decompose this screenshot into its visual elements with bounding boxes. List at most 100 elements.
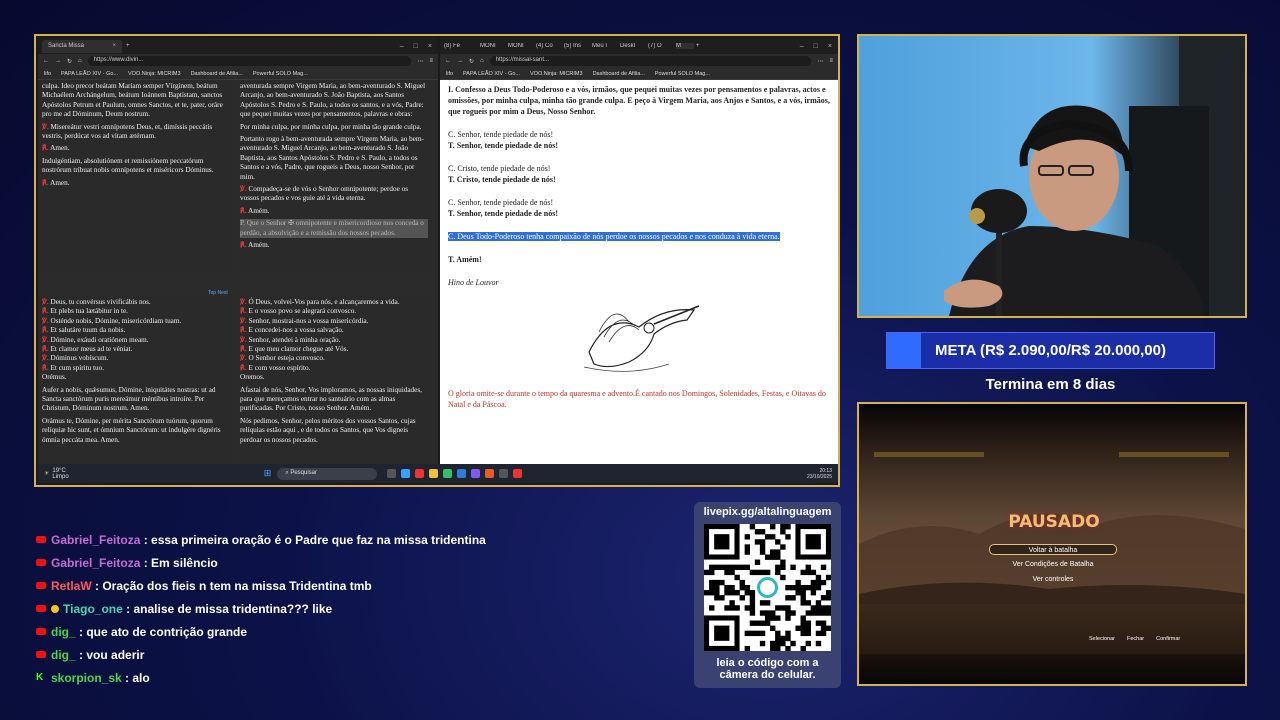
youtube-icon — [36, 628, 46, 635]
latin-text: culpa. Ideo precor beátam Maríam semper … — [42, 82, 223, 119]
folder-icon[interactable] — [429, 469, 439, 478]
chat-username: RetlaW — [51, 578, 92, 593]
search-icon: ⌕ — [285, 469, 289, 476]
browser-tab[interactable]: DeskI — [620, 43, 646, 49]
selected-text[interactable]: C. Deus Todo-Poderoso tenha compaixão de… — [448, 232, 780, 241]
latin-text: Amen. — [50, 178, 70, 187]
whatsapp-icon[interactable] — [443, 469, 453, 478]
right-url-field[interactable]: https://missal-sant... — [489, 56, 812, 66]
pt-text: Amém. — [248, 241, 270, 250]
chat-text: : que ato de contrição grande — [79, 624, 248, 639]
home-icon[interactable]: ⌂ — [78, 58, 82, 64]
app-icon[interactable] — [513, 469, 523, 478]
taskbar-search[interactable]: ⌕ Pesquisar — [277, 467, 378, 480]
portuguese-pane-top: aventurada sempre Virgem Maria, ao bem-a… — [236, 80, 432, 272]
menu-battle-conditions[interactable]: Ver Condições de Batalha — [989, 559, 1117, 570]
bookmark-item[interactable]: Powerful SOLO Mag... — [655, 71, 710, 77]
browser-tab[interactable]: MONI — [480, 43, 506, 49]
browser-tab[interactable]: (8) Fe — [444, 43, 478, 49]
pt-text: E com vosso espírito. — [248, 363, 311, 372]
clock-date: 23/10/2025 — [806, 473, 832, 480]
close-window-icon[interactable]: × — [428, 43, 432, 50]
youtube-icon — [36, 605, 46, 612]
app-icon[interactable] — [471, 469, 481, 478]
bookmark-item[interactable]: Dashboard de Afilia... — [191, 71, 243, 77]
pt-text: Portanto rogo à bem-aventurada sempre Vi… — [240, 135, 424, 181]
maximize-icon[interactable]: □ — [814, 43, 818, 50]
minimize-icon[interactable]: – — [800, 43, 804, 50]
rubric-marker: ℟. — [42, 178, 49, 187]
chat-text: : analise de missa tridentina??? like — [126, 601, 333, 616]
app-icon[interactable] — [499, 469, 509, 478]
reload-icon[interactable]: ↻ — [469, 58, 474, 65]
left-tab-sancta-missa[interactable]: Sancta Missa × — [42, 39, 122, 53]
chat-message: Kskorpion_sk : alo — [36, 666, 676, 689]
chat-text: : Em silêncio — [143, 555, 218, 570]
forward-icon[interactable]: → — [457, 58, 463, 64]
latin-text: Indulgéntiam, absolutiónem et remissióne… — [42, 156, 214, 175]
close-window-icon[interactable]: × — [828, 43, 832, 50]
bookmark-item[interactable]: PAPA LEÃO XIV - Go... — [463, 71, 520, 77]
bookmark-item[interactable]: VOO.Ninja: MICRIM3 — [128, 71, 181, 77]
menu-icon[interactable]: ≡ — [429, 58, 433, 64]
browser-tab-active[interactable]: M — [676, 43, 694, 49]
latin-text: Orémus. — [42, 373, 67, 382]
browser-tab[interactable]: (5) Ins — [564, 43, 590, 49]
left-url-field[interactable]: https://www.divin... — [87, 56, 412, 66]
back-icon[interactable]: ← — [445, 58, 451, 64]
latin-text: Et cum spíritu tuo. — [50, 363, 105, 372]
chat-text: : essa primeira oração é o Padre que faz… — [143, 532, 486, 547]
bookmark-item[interactable]: lifo — [44, 71, 51, 77]
home-icon[interactable]: ⌂ — [480, 58, 484, 64]
right-bookmarks-bar: lifo PAPA LEÃO XIV - Go... VOO.Ninja: MI… — [440, 68, 838, 80]
rubric-marker: ℣. — [42, 122, 49, 131]
browser-tab[interactable]: Meu I — [592, 43, 618, 49]
donation-goal: META (R$ 2.090,00/R$ 20.000,00) — [886, 332, 1215, 369]
minimize-icon[interactable]: – — [400, 43, 404, 50]
bookmark-item[interactable]: Dashboard de Afilia... — [593, 71, 645, 77]
bookmark-item[interactable]: VOO.Ninja: MICRIM3 — [530, 71, 583, 77]
forward-icon[interactable]: → — [55, 58, 61, 64]
browser-tab[interactable]: MONI — [508, 43, 534, 49]
maximize-icon[interactable]: □ — [414, 43, 418, 50]
app-icon[interactable] — [401, 469, 411, 478]
chat-message: dig_ : vou aderir — [36, 643, 676, 666]
bookmark-item[interactable]: Powerful SOLO Mag... — [253, 71, 308, 77]
taskbar-apps — [387, 469, 523, 478]
bookmark-item[interactable]: lifo — [446, 71, 453, 77]
app-icon[interactable] — [387, 469, 397, 478]
menu-controls[interactable]: Ver controles — [989, 574, 1117, 585]
app-icon[interactable] — [485, 469, 495, 478]
screen-capture: Sancta Missa × + – □ × ← → ↻ ⌂ https://www.div… — [34, 34, 840, 487]
footer-select: Selecionar — [1089, 636, 1115, 642]
reload-icon[interactable]: ↻ — [67, 58, 72, 65]
start-icon[interactable]: ⊞ — [264, 468, 272, 479]
new-tab-icon[interactable]: + — [126, 43, 130, 49]
app-icon[interactable] — [457, 469, 467, 478]
kick-icon: K — [36, 671, 44, 683]
goal-remaining: Termina em 8 dias — [985, 376, 1116, 393]
kyrie-celebrant: C. Cristo, tende piedade de nós! — [448, 164, 551, 173]
back-icon[interactable]: ← — [43, 58, 49, 64]
pt-text: Senhor, mostrai-nos a vossa misericórdia… — [248, 316, 369, 325]
browser-tab[interactable]: (4) Co — [536, 43, 562, 49]
qr-caption: leia o código com a câmera do celular. — [694, 657, 841, 681]
browser-tab[interactable]: (7) O — [648, 43, 674, 49]
right-address-bar: ← → ↻ ⌂ https://missal-sant... ⋯ ≡ — [440, 54, 838, 68]
close-icon[interactable]: × — [112, 43, 116, 49]
taskbar-clock[interactable]: 20:13 23/10/2025 — [807, 468, 832, 480]
weather-icon[interactable]: ☀ — [44, 470, 49, 477]
pt-text: E que meu clamor chegue até Vós. — [248, 345, 349, 354]
extensions-icon[interactable]: ⋯ — [417, 58, 423, 65]
menu-resume-battle[interactable]: Voltar à batalha — [989, 544, 1117, 555]
tab-title: Sancta Missa — [48, 43, 85, 49]
pt-text: E concedei-nos a vossa salvação. — [248, 326, 344, 335]
latin-pane-bottom: ℣. Deus, tu convérsus vivificábis nos. ℟… — [38, 296, 234, 466]
app-icon[interactable] — [415, 469, 425, 478]
menu-icon[interactable]: ≡ — [829, 58, 833, 64]
bookmark-item[interactable]: PAPA LEÃO XIV - Go... — [61, 71, 118, 77]
extensions-icon[interactable]: ⋯ — [817, 58, 823, 65]
new-tab-icon[interactable]: + — [696, 43, 700, 49]
left-browser-window: Sancta Missa × + – □ × ← → ↻ ⌂ https://www.div… — [38, 38, 438, 466]
pt-text: Ó Deus, volvei-Vos para nós, e alcançare… — [248, 298, 400, 306]
